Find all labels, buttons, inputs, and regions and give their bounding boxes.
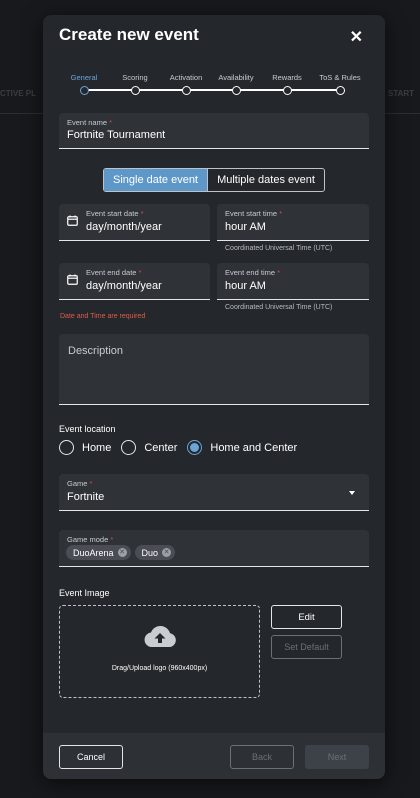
- required-marker: *: [109, 118, 113, 127]
- calendar-icon: [67, 274, 78, 285]
- game-select[interactable]: Game * Fortnite: [59, 474, 369, 511]
- end-date-label: Event end date: [86, 268, 137, 277]
- create-event-modal: Create new event ✕ General Scoring Activ…: [43, 15, 385, 779]
- end-time-value: hour AM: [225, 280, 266, 292]
- edit-image-button[interactable]: Edit: [271, 605, 342, 629]
- event-name-label: Event name: [67, 118, 108, 127]
- event-name-field[interactable]: Event name * Fortnite Tournament: [59, 113, 369, 149]
- start-time-label: Event start time: [225, 209, 278, 218]
- step-label: ToS & Rules: [319, 73, 361, 82]
- step-label: Rewards: [272, 73, 302, 82]
- chip-remove-icon[interactable]: ✕: [162, 548, 172, 557]
- start-time-value: hour AM: [225, 221, 266, 233]
- end-time-field[interactable]: Event end time * hour AM: [217, 263, 369, 300]
- description-placeholder: Description: [68, 345, 124, 357]
- stepper: General Scoring Activation Availability …: [67, 73, 361, 97]
- game-mode-label: Game mode: [67, 535, 109, 544]
- end-date-value: day/month/year: [86, 280, 162, 292]
- step-dot: [282, 86, 292, 95]
- chevron-down-icon: [349, 491, 355, 495]
- upload-instructions: Drag/Upload logo (960x400px): [111, 665, 208, 672]
- step-tos-rules[interactable]: ToS & Rules: [310, 73, 370, 95]
- description-field[interactable]: Description: [59, 334, 369, 405]
- set-default-image-button[interactable]: Set Default: [271, 635, 342, 659]
- radio-home-label: Home: [82, 441, 112, 454]
- step-dot: [181, 86, 191, 95]
- radio-center-label: Center: [144, 441, 178, 454]
- radio-center[interactable]: [121, 440, 137, 455]
- required-marker: *: [89, 479, 93, 488]
- date-mode-toggle: Single date event Multiple dates event: [103, 168, 325, 192]
- game-label: Game: [67, 479, 88, 488]
- chip-duo: Duo ✕: [134, 545, 176, 560]
- start-time-field[interactable]: Event start time * hour AM: [217, 204, 369, 241]
- cloud-upload-icon: [144, 625, 176, 647]
- start-timezone-hint: Coordinated Universal Time (UTC): [225, 245, 333, 252]
- required-marker: *: [140, 209, 144, 218]
- radio-home-and-center[interactable]: [187, 440, 203, 455]
- back-button[interactable]: Back: [230, 745, 294, 769]
- modal-footer: Cancel Back Next: [43, 733, 385, 779]
- chip-label: Duo: [141, 547, 159, 558]
- modal-title: Create new event: [59, 25, 199, 44]
- required-marker: *: [138, 268, 142, 277]
- required-marker: *: [279, 209, 283, 218]
- next-button[interactable]: Next: [305, 745, 369, 769]
- date-error-text: Date and Time are required: [60, 313, 146, 320]
- end-date-field[interactable]: Event end date * day/month/year: [59, 263, 210, 300]
- step-dot: [231, 86, 241, 95]
- step-dot: [79, 86, 89, 95]
- start-date-label: Event start date: [86, 209, 139, 218]
- chip-label: DuoArena: [73, 547, 114, 558]
- event-location-label: Event location: [59, 424, 116, 434]
- required-marker: *: [110, 535, 114, 544]
- step-dot: [335, 86, 345, 95]
- chip-remove-icon[interactable]: ✕: [117, 548, 127, 557]
- game-mode-chips: DuoArena ✕ Duo ✕: [66, 545, 176, 560]
- start-date-field[interactable]: Event start date * day/month/year: [59, 204, 210, 241]
- game-mode-field[interactable]: Game mode * DuoArena ✕ Duo ✕: [59, 530, 369, 567]
- multiple-dates-button[interactable]: Multiple dates event: [207, 169, 324, 191]
- chip-duoarena: DuoArena ✕: [66, 545, 131, 560]
- event-name-value: Fortnite Tournament: [67, 129, 166, 141]
- game-value: Fortnite: [67, 491, 105, 503]
- image-upload-dropzone[interactable]: Drag/Upload logo (960x400px): [59, 605, 260, 698]
- cancel-button[interactable]: Cancel: [59, 745, 123, 769]
- start-date-value: day/month/year: [86, 221, 162, 233]
- close-icon[interactable]: ✕: [350, 27, 363, 47]
- single-date-button[interactable]: Single date event: [104, 169, 207, 191]
- end-timezone-hint: Coordinated Universal Time (UTC): [225, 304, 333, 311]
- background-label-right: START: [388, 89, 415, 98]
- step-rewards[interactable]: Rewards: [257, 73, 317, 95]
- background-label-left: CTIVE PL: [0, 89, 37, 98]
- location-radio-group: Home Center Home and Center: [59, 440, 307, 455]
- radio-home[interactable]: [59, 440, 74, 455]
- required-marker: *: [277, 268, 281, 277]
- step-dot: [130, 86, 140, 95]
- end-time-label: Event end time: [225, 268, 276, 277]
- radio-home-and-center-label: Home and Center: [210, 441, 298, 454]
- calendar-icon: [67, 215, 78, 226]
- event-image-label: Event Image: [59, 588, 110, 598]
